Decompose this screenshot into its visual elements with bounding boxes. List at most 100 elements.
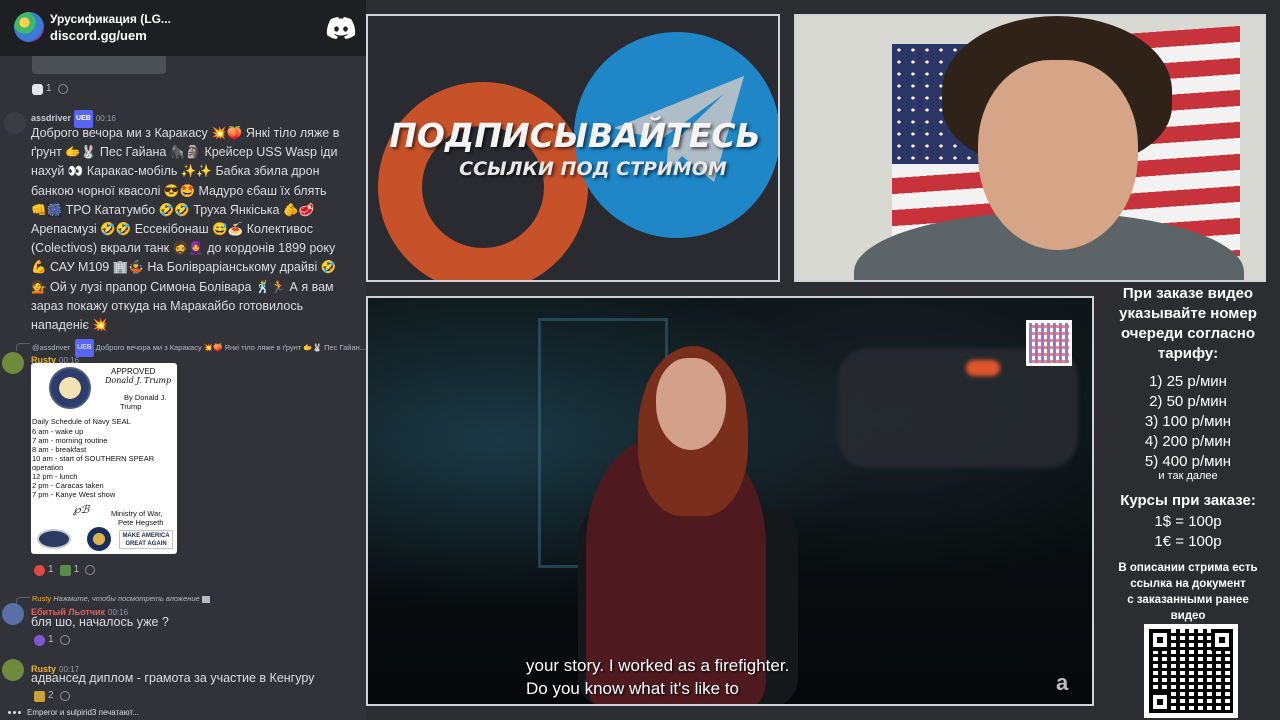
message-body: бля шо, началось уже ? [31,615,169,629]
avatar[interactable] [2,603,24,625]
approved-label: APPROVED [111,367,156,376]
info-line: В описании стрима есть [1118,562,1258,574]
donation-qr-code [1026,320,1072,366]
signed-by-name: Trump [120,402,142,411]
server-invite-link[interactable]: discord.gg/uem [50,28,147,43]
image-icon [201,595,210,603]
qr-finder-icon [1149,629,1171,651]
reaction-bar: 1 [32,80,68,98]
reply-text: Нажмите, чтобы посмотреть вложение [53,594,200,603]
message-line: 👊🎆 ТРО Кататумбо 🤣🤣 Труха Янкіська 🫵🥩 [31,202,315,217]
tariff-list: 1) 25 р/мин 2) 50 р/мин 3) 100 р/мин 4) … [1096,372,1280,472]
tariff-item: 3) 100 р/мин [1144,413,1232,430]
schedule-list: 6 am - wake up 7 am - morning routine 8 … [32,427,154,499]
rate-item: 1€ = 100р [1154,533,1222,550]
reply-preview[interactable]: @assdriver UEB Доброго вечора ми з Карак… [32,339,366,358]
reaction-bar: 1 1 [34,561,96,579]
patreon-logo-icon [378,82,588,280]
reaction-bar: 2 [34,687,70,705]
discord-widget: Урусификация (LG... discord.gg/uem 1 ass… [0,0,366,720]
subtitle-line: Do you know what it's like to [526,679,740,698]
info-line: При заказе видео [1122,285,1254,302]
avatar[interactable] [4,112,26,134]
info-line: указывайте номер [1119,305,1257,322]
reaction-emoji-icon [34,564,45,576]
typing-indicator: Emperor и sulpirid3 печатают... [0,704,366,720]
reaction-comment[interactable]: 1 [32,80,52,98]
schedule-item: 2 pm - Caracas taken [32,481,104,490]
message-body: адвансед диплом - грамота за участие в К… [31,671,315,685]
subtitle-line: your story. I worked as a firefighter. [526,656,790,675]
banner-subtitle: ССЫЛКИ ПОД СТРИМОМ [459,158,727,180]
pentagon-seal-icon [37,529,71,549]
add-reaction-icon[interactable] [57,84,68,94]
subscribe-banner: ПОДПИСЫВАЙТЕСЬ ССЫЛКИ ПОД СТРИМОМ [366,14,780,282]
message-list[interactable]: 1 assdriver UEB 00:16 Доброго вечора ми з … [0,56,366,704]
signature: Donald J. Trump [105,376,172,385]
video-player[interactable]: your story. I worked as a firefighter. D… [366,296,1094,706]
tariff-item: 5) 400 р/мин [1144,453,1232,470]
minister-name: Pete Hegseth [118,518,164,527]
banner-title: ПОДПИСЫВАЙТЕСЬ [389,116,761,155]
info-line: ссылка на документ [1130,578,1246,590]
tariff-item: 2) 50 р/мин [1149,393,1227,410]
maga-line: MAKE AMERICA [122,533,170,539]
add-reaction-icon[interactable] [59,635,70,645]
avatar[interactable] [2,659,24,681]
rates-title: Курсы при заказе: [1120,492,1256,509]
speech-bubble-icon [32,83,43,95]
add-reaction-icon[interactable] [59,691,70,701]
message-line: зараз покажу откуда на Маракайбо готовил… [31,298,304,313]
reaction[interactable]: 1 [59,561,79,579]
reaction[interactable]: 1 [34,561,54,579]
schedule-item: 7 pm - Kanye West show [32,490,116,499]
avatar[interactable] [2,352,24,374]
description-note: В описании стрима есть ссылка на докумен… [1096,560,1280,624]
discord-header: Урусификация (LG... discord.gg/uem [0,0,366,56]
reaction[interactable]: 2 [34,687,54,705]
webcam-feed [794,14,1266,282]
server-icon[interactable] [14,12,44,42]
message-line: Доброго вечора ми з Каракасу 💥🍑 Янкі тіл… [31,126,340,140]
schedule-item: 6 am - wake up [32,427,84,436]
camera-tally-light [966,360,1000,376]
reaction-emoji-icon [34,690,45,702]
message-line: ґрунт 🫱🐰 Пес Гайана 🦍🗿 Крейсер USS Wasp … [31,145,338,160]
add-reaction-icon[interactable] [85,565,96,575]
typing-text: Emperor и sulpirid3 печатают... [27,707,139,717]
reply-connector [16,343,30,351]
discord-logo-icon [326,17,356,39]
timestamp: 00:16 [95,114,116,123]
tariff-item: 4) 200 р/мин [1144,433,1232,450]
order-instructions: При заказе видео указывайте номер очеред… [1096,284,1280,364]
camera-silhouette [838,348,1078,468]
message-line: 💁 Ой у лузі прапор Симона Болівара 🕺🏃 А … [31,279,334,294]
tariff-etc: и так далее [1158,470,1218,482]
document-qr-code [1144,624,1238,718]
reply-text: Доброго вечора ми з Каракасу 💥🍑 Янкі тіл… [95,343,366,352]
reaction-bar: 1 [34,631,70,649]
attachment-thumbnail[interactable] [32,56,166,74]
hegseth-signature-icon: ℘ℬ [73,503,90,516]
info-line: с заказанными ранее [1127,594,1249,606]
tariff-item: 1) 25 р/мин [1149,373,1227,390]
reaction[interactable]: 1 [34,631,54,649]
message-line: 💪 САУ М109 🏢🤹 На Болівраріанському драйв… [31,260,337,275]
info-line: видео [1170,610,1206,622]
maga-stamp: MAKE AMERICA GREAT AGAIN [119,530,173,549]
reaction-emoji-icon [59,564,71,576]
info-line: очереди согласно [1120,325,1256,342]
info-line: тарифу: [1157,345,1219,362]
message-line: Арепасмузі 🤣🤣 Ессекібонаш 😅🍝 Колективос [31,222,313,237]
message-line: банкою чорної квасолі 😎🤩 Мадуро єбаш їх … [31,183,327,198]
image-attachment[interactable]: APPROVED Donald J. Trump By Donald J. Tr… [31,363,177,554]
reaction-emoji-icon [34,634,45,646]
message-line: нахуй 👀 Каракас-мобіль ✨✨ Бабка збила др… [31,164,320,179]
rates-list: 1$ = 100р 1€ = 100р [1096,512,1280,552]
username-text: assdriver [31,113,72,123]
rate-item: 1$ = 100р [1154,513,1222,530]
interviewee-face [656,358,726,450]
channel-watermark: a [1056,670,1069,695]
server-name: Урусификация (LG... [50,12,171,26]
message-line: нападеніє 💥 [31,318,108,333]
